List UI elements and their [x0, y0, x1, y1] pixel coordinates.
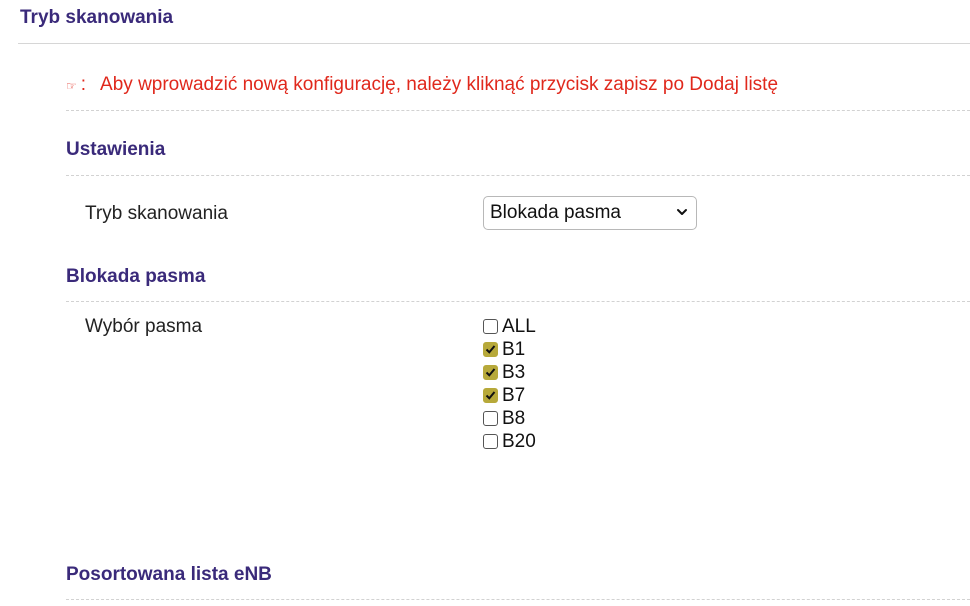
band-label: B1 — [502, 338, 526, 360]
band-label: B8 — [502, 407, 526, 429]
section-title-band-lock: Blokada pasma — [66, 266, 206, 287]
band-checkbox[interactable] — [483, 434, 498, 449]
check-icon — [485, 391, 496, 400]
band-checkbox-list: ALL B1 B3 B7 B8 B20 — [483, 315, 536, 453]
check-icon — [485, 345, 496, 354]
band-label: ALL — [502, 315, 536, 337]
enb-list-divider — [66, 599, 970, 600]
band-checkbox[interactable] — [483, 388, 498, 403]
notice-text: Aby wprowadzić nową konfigurację, należy… — [100, 74, 779, 95]
band-checkbox[interactable] — [483, 319, 498, 334]
band-select-label: Wybór pasma — [85, 316, 203, 337]
scan-mode-select[interactable]: Blokada pasma — [483, 196, 697, 230]
band-option-b3[interactable]: B3 — [483, 361, 536, 384]
band-label: B20 — [502, 430, 536, 452]
band-lock-divider — [66, 301, 970, 302]
settings-divider — [66, 175, 970, 176]
band-option-b8[interactable]: B8 — [483, 407, 536, 430]
band-option-b1[interactable]: B1 — [483, 338, 536, 361]
band-option-all[interactable]: ALL — [483, 315, 536, 338]
section-title-enb-list: Posortowana lista eNB — [66, 564, 272, 585]
check-icon — [485, 368, 496, 377]
scan-mode-label: Tryb skanowania — [85, 203, 228, 224]
chevron-down-icon — [677, 209, 687, 215]
band-option-b7[interactable]: B7 — [483, 384, 536, 407]
notice-message: ☞ : Aby wprowadzić nową konfigurację, na… — [66, 74, 778, 96]
band-checkbox[interactable] — [483, 411, 498, 426]
page: Tryb skanowania ☞ : Aby wprowadzić nową … — [0, 0, 970, 606]
section-title-settings: Ustawienia — [66, 139, 166, 160]
page-title: Tryb skanowania — [20, 7, 174, 28]
band-option-b20[interactable]: B20 — [483, 430, 536, 453]
band-checkbox[interactable] — [483, 342, 498, 357]
notice-divider — [66, 110, 970, 111]
pointing-hand-icon: ☞ — [66, 79, 77, 93]
notice-colon: : — [80, 74, 87, 95]
band-label: B3 — [502, 361, 526, 383]
band-checkbox[interactable] — [483, 365, 498, 380]
title-divider — [18, 43, 970, 44]
band-label: B7 — [502, 384, 526, 406]
scan-mode-value: Blokada pasma — [490, 202, 621, 223]
